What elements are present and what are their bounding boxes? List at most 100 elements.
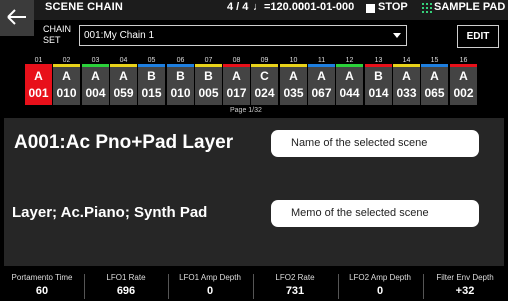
step-bank: A [62, 69, 71, 83]
step-bank: A [289, 69, 298, 83]
step-color-bar [138, 64, 165, 67]
step-bank: B [176, 69, 185, 83]
param-lfo1-rate[interactable]: LFO1 Rate 696 [84, 268, 168, 301]
step-cell-01[interactable]: A 001 [25, 64, 52, 105]
step-number: 07 [204, 57, 213, 64]
step-cell-09[interactable]: C 024 [251, 64, 278, 105]
step-scene-number: 002 [453, 86, 474, 100]
param-portamento-time[interactable]: Portamento Time 60 [0, 268, 84, 301]
step-cell-13[interactable]: B 014 [365, 64, 392, 105]
step-number: 02 [62, 57, 71, 64]
step-cell-08[interactable]: A 017 [223, 64, 250, 105]
step-cell-14[interactable]: A 033 [393, 64, 420, 105]
param-lfo2-rate[interactable]: LFO2 Rate 731 [253, 268, 337, 301]
step-scene-number: 015 [141, 86, 162, 100]
step-number: 03 [91, 57, 100, 64]
chain-set-label-line2: SET [43, 35, 61, 45]
step-cell-15[interactable]: A 065 [421, 64, 448, 105]
step-bank: B [374, 69, 383, 83]
step-number: 05 [147, 57, 156, 64]
step-bank: A [345, 69, 354, 83]
step-scene-number: 033 [396, 86, 417, 100]
step-cell-06[interactable]: B 010 [167, 64, 194, 105]
step-bank: A [402, 69, 411, 83]
edit-button[interactable]: EDIT [457, 25, 499, 48]
param-value: 0 [376, 285, 384, 297]
step-color-bar [167, 64, 194, 67]
step-bank: A [232, 69, 241, 83]
step-scene-number: 035 [283, 86, 304, 100]
chain-set-label: CHAIN SET [43, 24, 71, 46]
step-cell-04[interactable]: A 059 [110, 64, 137, 105]
step-bank: A [119, 69, 128, 83]
step-number: 12 [345, 57, 354, 64]
param-value: 0 [206, 285, 214, 297]
step-color-bar [251, 64, 278, 67]
step-color-bar [110, 64, 137, 67]
stop-icon [366, 4, 375, 13]
step-number: 16 [459, 57, 468, 64]
step-color-bar [82, 64, 109, 67]
tempo[interactable]: ♩=120.00 [253, 1, 304, 13]
param-label: Filter Env Depth [436, 273, 494, 282]
song-position: 001-01-000 [298, 1, 355, 13]
chain-set-select[interactable]: 001:My Chain 1 [79, 25, 407, 46]
step-cell-02[interactable]: A 010 [53, 64, 80, 105]
step-scene-number: 017 [226, 86, 247, 100]
step-cell-11[interactable]: A 067 [308, 64, 335, 105]
param-lfo2-amp-depth[interactable]: LFO2 Amp Depth 0 [338, 268, 422, 301]
page-indicator: Page 1/32 [230, 107, 262, 114]
chain-set-value: 001:My Chain 1 [84, 30, 155, 41]
parameter-bar: Portamento Time 60 LFO1 Rate 696 LFO1 Am… [0, 268, 508, 301]
back-arrow-icon [7, 9, 26, 25]
step-number: 01 [34, 57, 43, 64]
step-color-bar [308, 64, 335, 67]
step-cell-05[interactable]: B 015 [138, 64, 165, 105]
time-signature: 4 / 4 [227, 1, 249, 13]
param-label: LFO2 Amp Depth [349, 273, 411, 282]
step-color-bar [365, 64, 392, 67]
step-color-bar [223, 64, 250, 67]
step-cell-07[interactable]: B 005 [195, 64, 222, 105]
step-scene-number: 044 [339, 86, 360, 100]
step-scene-number: 059 [113, 86, 134, 100]
step-number: 11 [317, 57, 326, 64]
step-number: 04 [119, 57, 128, 64]
scene-memo-button[interactable]: Memo of the selected scene [271, 200, 479, 227]
param-value: +32 [455, 285, 475, 297]
step-bank: B [204, 69, 213, 83]
step-bank: A [91, 69, 100, 83]
step-bank: C [260, 69, 269, 83]
step-scene-number: 010 [56, 86, 77, 100]
step-number: 09 [260, 57, 269, 64]
scene-memo: Layer; Ac.Piano; Synth Pad [12, 204, 208, 221]
param-filter-env-depth[interactable]: Filter Env Depth +32 [423, 268, 507, 301]
sample-pad-mode[interactable]: SAMPLE PAD [434, 1, 505, 13]
step-number: 14 [402, 57, 411, 64]
step-cell-16[interactable]: A 002 [450, 64, 477, 105]
param-label: LFO2 Rate [275, 273, 315, 282]
param-lfo1-amp-depth[interactable]: LFO1 Amp Depth 0 [168, 268, 252, 301]
step-number: 10 [289, 57, 298, 64]
step-cell-10[interactable]: A 035 [280, 64, 307, 105]
step-cell-12[interactable]: A 044 [336, 64, 363, 105]
param-value: 60 [35, 285, 49, 297]
step-color-bar [336, 64, 363, 67]
step-scene-number: 005 [198, 86, 219, 100]
param-value: 731 [285, 285, 305, 297]
step-bank: A [34, 69, 43, 83]
scene-name-button[interactable]: Name of the selected scene [271, 130, 479, 157]
step-scene-number: 010 [170, 86, 191, 100]
back-button[interactable] [0, 0, 34, 36]
step-scene-number: 067 [311, 86, 332, 100]
step-bank: A [430, 69, 439, 83]
chain-set-label-line1: CHAIN [43, 24, 72, 34]
scene-name: A001:Ac Pno+Pad Layer [14, 132, 234, 153]
step-scene-number: 001 [28, 86, 49, 100]
screen-title: SCENE CHAIN [45, 1, 123, 13]
param-label: LFO1 Amp Depth [179, 273, 241, 282]
step-number: 06 [176, 57, 185, 64]
param-label: LFO1 Rate [106, 273, 146, 282]
step-cell-03[interactable]: A 004 [82, 64, 109, 105]
dropdown-arrow-icon [393, 33, 401, 38]
